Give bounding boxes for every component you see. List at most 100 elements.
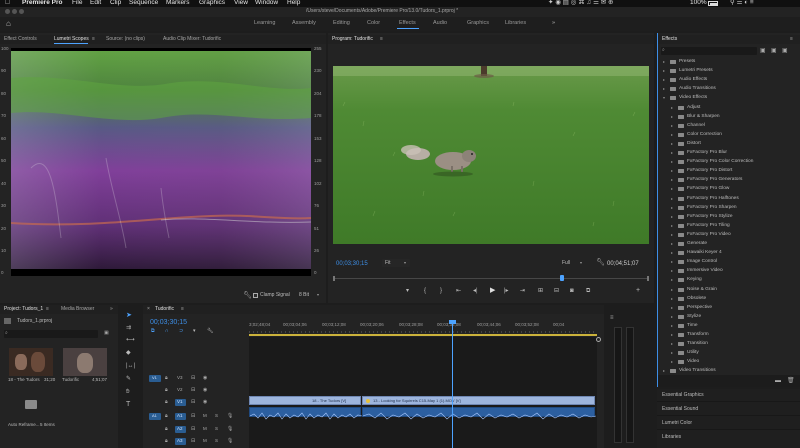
chevron-right-icon[interactable]: ▸	[671, 242, 673, 246]
program-settings-wrench-icon[interactable]: 🔧︎	[596, 259, 605, 266]
window-minimize-dot[interactable]	[12, 9, 17, 14]
chevron-right-icon[interactable]: ▸	[671, 169, 673, 173]
button-editor-plus-icon[interactable]: +	[636, 287, 640, 294]
thumb-tudorific[interactable]	[63, 348, 107, 376]
chevron-right-icon[interactable]: ▸	[671, 360, 673, 364]
clamp-signal-checkbox[interactable]	[253, 293, 258, 298]
effects-tree-row[interactable]: ▸ Hawaiki Keyer 4	[658, 249, 800, 258]
clip-squirrels-video[interactable]: 13 - Looking for Squirrels C15-May 1 (1)…	[362, 396, 595, 405]
effects-tree-row[interactable]: ▸ Image Control	[658, 258, 800, 267]
apple-icon[interactable]: 	[5, 0, 10, 7]
track-eye-icon[interactable]: ◉	[203, 376, 207, 381]
program-timecode[interactable]: 00;03;30;15	[336, 261, 368, 267]
tab-lumetri-scopes[interactable]: Lumetri Scopes	[54, 37, 89, 42]
play-icon[interactable]: ▶	[490, 287, 495, 294]
add-marker-icon[interactable]: ▾	[406, 288, 409, 294]
menu-sequence[interactable]: Sequence	[129, 0, 158, 7]
tab-media-browser[interactable]: Media Browser	[61, 307, 94, 312]
tab-source[interactable]: Source: (no clips)	[106, 37, 145, 42]
menu-edit[interactable]: Edit	[90, 0, 101, 7]
effects-tree-row[interactable]: ▸ Transform	[658, 331, 800, 340]
chevron-right-icon[interactable]: ▸	[671, 305, 673, 310]
pen-tool-icon[interactable]: ✎	[126, 376, 131, 382]
ripple-edit-tool-icon[interactable]: ⟷	[126, 337, 135, 343]
resolution-chevron-icon[interactable]: ▾	[580, 261, 582, 265]
effects-tree-row[interactable]: ▸ Obsolete	[658, 295, 800, 304]
effects-tree-row[interactable]: ▸ Video	[658, 358, 800, 367]
effects-tree-row[interactable]: ▸ FxFactory Pro Sharpen	[658, 204, 800, 213]
track-solo[interactable]: S	[215, 438, 218, 444]
effects-tree-row[interactable]: ▸ Distort	[658, 140, 800, 149]
home-icon[interactable]: ⌂	[6, 20, 11, 28]
effects-tree-row[interactable]: ▸ Stylize	[658, 313, 800, 322]
chevron-down-icon[interactable]: ▾	[663, 96, 665, 100]
track-lock-icon[interactable]: 🔒︎	[165, 400, 168, 405]
chevron-right-icon[interactable]: ▸	[671, 132, 673, 137]
menu-clip[interactable]: Clip	[110, 0, 121, 7]
effects-tree-row[interactable]: ▸ FxFactory Pro Blur	[658, 149, 800, 158]
chevron-right-icon[interactable]: ▸	[671, 260, 673, 264]
menu-graphics[interactable]: Graphics	[199, 0, 225, 7]
go-to-in-icon[interactable]: ⇤	[456, 288, 461, 294]
chevron-right-icon[interactable]: ▸	[671, 196, 673, 201]
effects-tree-row[interactable]: ▸ FxFactory Pro Halftones	[658, 195, 800, 204]
track-mute[interactable]: M	[203, 438, 207, 444]
panel-menu-icon[interactable]: ≡	[92, 37, 95, 42]
workspace-graphics[interactable]: Graphics	[467, 20, 489, 27]
effects-tree-row[interactable]: ▸ FxFactory Pro Stylize	[658, 213, 800, 222]
hand-tool-icon[interactable]: ✋︎	[126, 389, 129, 395]
effects-tree-row[interactable]: ▸ Presets	[658, 58, 800, 67]
timeline-close-icon[interactable]: ×	[147, 307, 150, 312]
track-sync-icon[interactable]: ⊟	[191, 388, 195, 393]
chevron-right-icon[interactable]: ▸	[663, 60, 665, 64]
nest-toggle-icon[interactable]: ⧉	[151, 329, 155, 334]
track-lock-icon[interactable]: 🔒︎	[165, 414, 168, 419]
effects-tree-row[interactable]: ▸ Adjust	[658, 104, 800, 113]
program-scrub-bar[interactable]	[333, 275, 649, 281]
voiceover-mic-icon[interactable]: 🎙︎	[227, 439, 233, 444]
thumb-tudors[interactable]	[9, 348, 53, 376]
track-sync-icon[interactable]: ⊟	[191, 400, 195, 405]
more-workspaces-icon[interactable]: »	[552, 20, 555, 27]
chevron-right-icon[interactable]: ▸	[671, 187, 673, 191]
effects-tree-row[interactable]: ▸ FxFactory Pro Distort	[658, 167, 800, 176]
track-sync-icon[interactable]: ⊟	[191, 414, 195, 419]
effects-tree-row[interactable]: ▸ Lumetri Presets	[658, 67, 800, 76]
chevron-right-icon[interactable]: ▸	[671, 232, 673, 237]
workspace-color[interactable]: Color	[367, 20, 380, 27]
chevron-right-icon[interactable]: ▸	[671, 269, 673, 273]
step-forward-icon[interactable]: |▸	[504, 288, 509, 294]
panel-essential-graphics[interactable]: Essential Graphics	[657, 389, 800, 402]
chevron-right-icon[interactable]: ▸	[671, 114, 673, 119]
effects-tree-row[interactable]: ▸ FxFactory Pro Tiling	[658, 222, 800, 231]
chevron-right-icon[interactable]: ▸	[671, 251, 673, 255]
wrench-icon[interactable]: 🔧︎	[243, 292, 252, 299]
bit-depth-select[interactable]: 8 Bit	[299, 293, 309, 298]
window-zoom-dot[interactable]	[19, 9, 24, 14]
chevron-right-icon[interactable]: ▸	[671, 160, 673, 164]
chevron-right-icon[interactable]: ▸	[671, 123, 673, 128]
project-filter-icon[interactable]: ▣	[104, 331, 109, 336]
clip-tudors-audio[interactable]	[249, 407, 363, 420]
panel-libraries[interactable]: Libraries	[657, 431, 800, 444]
lift-icon[interactable]: ⊞	[538, 288, 543, 294]
more-panels-icon[interactable]: »	[110, 307, 113, 312]
timeline-playhead[interactable]	[452, 322, 453, 448]
type-tool-icon[interactable]: T	[126, 401, 130, 408]
track-solo[interactable]: S	[215, 426, 218, 432]
chevron-right-icon[interactable]: ▸	[671, 205, 673, 210]
tab-effect-controls[interactable]: Effect Controls	[4, 37, 37, 42]
tab-project[interactable]: Project: Tudors_1	[4, 307, 43, 312]
effects-tree-row[interactable]: ▸ FxFactory Pro Glow	[658, 185, 800, 194]
razor-tool-icon[interactable]: ◆	[126, 350, 131, 356]
timeline-add-marker-icon[interactable]: ▾	[193, 329, 196, 334]
effects-tree-row[interactable]: ▸ FxFactory Pro Color Correction	[658, 158, 800, 167]
track-eye-icon[interactable]: ◉	[203, 400, 207, 405]
chevron-right-icon[interactable]: ▸	[671, 178, 673, 182]
chevron-right-icon[interactable]: ▸	[671, 287, 673, 292]
track-lock-icon[interactable]: 🔒︎	[165, 388, 168, 393]
timeline-timecode[interactable]: 00;03;30;15	[150, 319, 187, 326]
chevron-right-icon[interactable]: ▸	[663, 69, 665, 73]
chevron-right-icon[interactable]: ▸	[671, 296, 673, 301]
chevron-right-icon[interactable]: ▸	[663, 87, 665, 91]
